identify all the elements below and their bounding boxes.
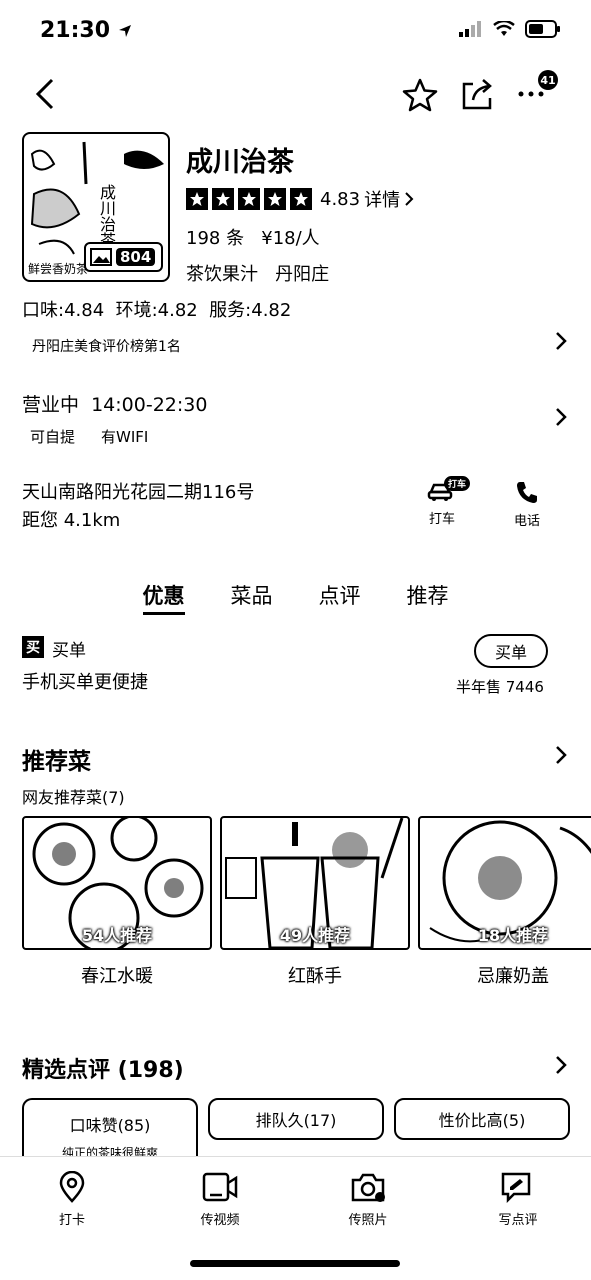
dish-photo: 54人推荐 bbox=[22, 816, 212, 950]
distance: 距您 4.1km bbox=[22, 510, 121, 531]
dish-card[interactable]: 54人推荐 春江水暖 bbox=[22, 816, 212, 988]
feature-tag: 可自提 bbox=[30, 428, 76, 446]
upload-video-button[interactable]: 传视频 bbox=[180, 1171, 260, 1228]
location-pin-icon bbox=[58, 1171, 86, 1203]
star-icon bbox=[264, 188, 286, 210]
write-review-label: 写点评 bbox=[498, 1213, 538, 1228]
review-tag[interactable]: 排队久(17) bbox=[208, 1098, 384, 1140]
ranking-link[interactable]: 丹阳庄美食评价榜第1名 bbox=[32, 336, 181, 356]
write-review-icon bbox=[500, 1171, 536, 1203]
chevron-right-icon[interactable] bbox=[554, 406, 568, 428]
location-arrow-icon bbox=[118, 24, 132, 38]
photo-count: 804 bbox=[116, 248, 156, 266]
tab-recommend[interactable]: 推荐 bbox=[407, 580, 449, 615]
buy-subtitle: 手机买单更便捷 bbox=[22, 672, 148, 693]
wifi-icon bbox=[493, 21, 515, 37]
image-icon bbox=[90, 248, 112, 266]
star-icon bbox=[212, 188, 234, 210]
review-tag-label: 排队久(17) bbox=[255, 1111, 337, 1130]
dish-recommend-count: 54人推荐 bbox=[81, 926, 153, 945]
star-icon bbox=[238, 188, 260, 210]
star-icon bbox=[290, 188, 312, 210]
notification-badge: 41 bbox=[538, 70, 558, 90]
tab-dishes[interactable]: 菜品 bbox=[231, 580, 273, 615]
call-label: 电话 bbox=[513, 514, 540, 529]
chevron-right-icon[interactable] bbox=[554, 744, 568, 766]
dish-name: 春江水暖 bbox=[81, 966, 153, 987]
review-tag[interactable]: 口味赞(85) 纯正的茶味很鲜爽 bbox=[22, 1098, 198, 1160]
feature-tag: 有WIFI bbox=[101, 428, 149, 446]
cover-text: 成川治茶 bbox=[97, 184, 116, 248]
open-status-hours[interactable]: 营业中 14:00-22:30 bbox=[22, 390, 207, 417]
dish-photo: 49人推荐 bbox=[220, 816, 410, 950]
write-review-button[interactable]: 写点评 bbox=[478, 1171, 558, 1228]
star-icon bbox=[186, 188, 208, 210]
checkin-label: 打卡 bbox=[58, 1213, 85, 1228]
status-time: 21:30 bbox=[40, 18, 132, 43]
feature-tags: 可自提 有WIFI bbox=[30, 426, 148, 447]
home-indicator[interactable] bbox=[190, 1260, 400, 1267]
call-button[interactable]: 电话 bbox=[510, 480, 544, 529]
dish-recommend-count: 18人推荐 bbox=[477, 926, 549, 945]
battery-icon bbox=[525, 20, 561, 38]
dish-name: 忌廉奶盖 bbox=[477, 966, 549, 987]
chevron-right-icon[interactable] bbox=[554, 1054, 568, 1076]
shop-address[interactable]: 天山南路阳光花园二期116号 bbox=[22, 478, 254, 504]
photo-count-badge[interactable]: 804 bbox=[84, 242, 164, 272]
buy-button[interactable]: 买单 bbox=[474, 634, 548, 668]
buy-icon: 买 bbox=[22, 636, 44, 658]
featured-reviews-title: 精选点评 (198) bbox=[22, 1058, 184, 1083]
upload-photo-label: 传照片 bbox=[348, 1213, 388, 1228]
recommended-dishes-title: 推荐菜 bbox=[22, 749, 91, 775]
upload-video-label: 传视频 bbox=[200, 1213, 240, 1228]
category-and-area: 茶饮果汁 丹阳庄 bbox=[186, 264, 330, 285]
buy-title: 买单 bbox=[52, 641, 86, 661]
dish-card[interactable]: 49人推荐 红酥手 bbox=[220, 816, 410, 988]
dish-recommend-count: 49人推荐 bbox=[279, 926, 351, 945]
checkin-button[interactable]: 打卡 bbox=[32, 1171, 112, 1228]
dish-photo: 18人推荐 bbox=[418, 816, 591, 950]
recommended-dishes-subtitle: 网友推荐菜(7) bbox=[22, 788, 125, 807]
section-tabs: 优惠 菜品 点评 推荐 bbox=[0, 580, 591, 615]
reviews-and-price: 198 条 ¥18/人 bbox=[186, 228, 320, 249]
video-icon bbox=[202, 1171, 238, 1203]
rating-row[interactable]: 4.83 详情 bbox=[186, 186, 414, 212]
cover-bottom-text: 鲜尝香奶茶 bbox=[28, 262, 89, 276]
rating-detail-link[interactable]: 详情 bbox=[364, 186, 400, 212]
chevron-right-icon[interactable] bbox=[554, 330, 568, 352]
status-indicators bbox=[459, 20, 561, 38]
tab-deals[interactable]: 优惠 bbox=[142, 580, 185, 615]
review-tag[interactable]: 性价比高(5) bbox=[394, 1098, 570, 1140]
taxi-label: 打车 bbox=[428, 512, 455, 527]
upload-photo-button[interactable]: 传照片 bbox=[328, 1171, 408, 1228]
dish-card[interactable]: 18人推荐 忌廉奶盖 bbox=[418, 816, 591, 988]
dish-name: 红酥手 bbox=[288, 966, 342, 987]
back-button[interactable] bbox=[28, 74, 64, 114]
phone-icon bbox=[515, 480, 539, 504]
taxi-badge: 打车 bbox=[444, 476, 471, 491]
review-tag-label: 口味赞(85) bbox=[69, 1116, 151, 1135]
rating-value: 4.83 bbox=[320, 188, 361, 210]
share-icon[interactable] bbox=[459, 76, 495, 112]
chevron-right-icon bbox=[404, 191, 414, 207]
signal-icon bbox=[459, 21, 483, 37]
tab-reviews[interactable]: 点评 bbox=[319, 580, 361, 615]
camera-icon bbox=[350, 1171, 386, 1203]
shop-name: 成川治茶 bbox=[186, 147, 294, 178]
sub-scores: 口味:4.84 环境:4.82 服务:4.82 bbox=[22, 300, 292, 321]
half-year-sales: 半年售 7446 bbox=[456, 678, 544, 696]
favorite-star-icon[interactable] bbox=[402, 78, 438, 112]
review-tag-label: 性价比高(5) bbox=[438, 1111, 526, 1130]
